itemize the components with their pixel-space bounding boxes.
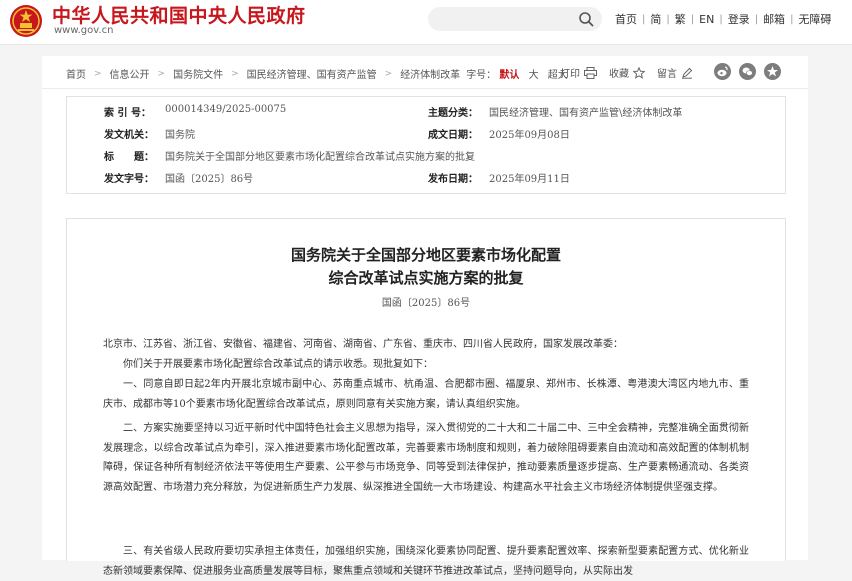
search-icon[interactable] bbox=[578, 11, 594, 27]
document-metadata-table: 索 引 号： 000014349/2025-00075 主题分类： 国民经济管理… bbox=[66, 96, 786, 194]
print-label: 打印 bbox=[560, 69, 580, 80]
article-title-line-2: 综合改革试点实施方案的批复 bbox=[328, 269, 524, 287]
meta-docno-value: 国函〔2025〕86号 bbox=[165, 174, 254, 185]
wechat-icon[interactable] bbox=[739, 63, 756, 80]
site-url: www.gov.cn bbox=[54, 25, 114, 36]
meta-title-label: 标 题： bbox=[104, 152, 154, 163]
site-header: 中华人民共和国中央人民政府 www.gov.cn 首页 | 简 | 繁 | EN… bbox=[0, 0, 852, 45]
meta-index-label: 索 引 号： bbox=[104, 108, 151, 119]
meta-row: 索 引 号： 000014349/2025-00075 主题分类： 国民经济管理… bbox=[67, 104, 785, 126]
meta-index-value: 000014349/2025-00075 bbox=[165, 104, 287, 115]
meta-title-value: 国务院关于全国部分地区要素市场化配置综合改革试点实施方案的批复 bbox=[165, 152, 475, 163]
search-input[interactable] bbox=[438, 10, 582, 30]
meta-issuer-value: 国务院 bbox=[165, 130, 195, 141]
share-buttons bbox=[714, 63, 789, 80]
nav-home[interactable]: 首页 bbox=[610, 11, 642, 27]
article-paragraph: 一、同意自即日起2年内开展北京城市副中心、苏南重点城市、杭甬温、合肥都市圈、福厦… bbox=[103, 379, 749, 410]
meta-category-value: 国民经济管理、国有资产监管\经济体制改革 bbox=[489, 108, 683, 119]
breadcrumb-state-council-docs[interactable]: 国务院文件 bbox=[173, 66, 223, 81]
search-box bbox=[428, 7, 602, 31]
printer-icon bbox=[584, 66, 597, 79]
nav-mailbox[interactable]: 邮箱 bbox=[758, 11, 790, 27]
breadcrumb-economy-management[interactable]: 国民经济管理、国有资产监管 bbox=[247, 66, 377, 81]
meta-pubdate-value: 2025年09月11日 bbox=[489, 174, 570, 185]
qzone-icon[interactable] bbox=[764, 63, 781, 80]
article-doc-number: 国函〔2025〕86号 bbox=[381, 298, 471, 309]
article-body: 国务院关于全国部分地区要素市场化配置 综合改革试点实施方案的批复 国函〔2025… bbox=[66, 218, 786, 577]
main-content: 首页 > 信息公开 > 国务院文件 > 国民经济管理、国有资产监管 > 经济体制… bbox=[42, 56, 808, 577]
comment-label: 留言 bbox=[657, 69, 677, 80]
nav-login[interactable]: 登录 bbox=[723, 11, 755, 27]
nav-traditional[interactable]: 繁 bbox=[670, 11, 691, 27]
article-title-line-1: 国务院关于全国部分地区要素市场化配置 bbox=[290, 246, 561, 264]
breadcrumb-info-public[interactable]: 信息公开 bbox=[110, 66, 150, 81]
article-recipients: 北京市、江苏省、浙江省、安徽省、福建省、河南省、湖南省、广东省、重庆市、四川省人… bbox=[103, 339, 623, 350]
article-tools: 打印 收藏 留言 bbox=[560, 65, 705, 80]
meta-date-label: 成文日期： bbox=[428, 130, 478, 141]
breadcrumb-arrow-icon: > bbox=[94, 68, 102, 79]
breadcrumb-bar: 首页 > 信息公开 > 国务院文件 > 国民经济管理、国有资产监管 > 经济体制… bbox=[42, 56, 808, 89]
star-icon bbox=[633, 66, 645, 79]
comment-button[interactable]: 留言 bbox=[657, 65, 693, 80]
pencil-icon bbox=[682, 67, 693, 79]
favorite-button[interactable]: 收藏 bbox=[609, 65, 645, 80]
nav-accessibility[interactable]: 无障碍 bbox=[793, 11, 836, 27]
print-button[interactable]: 打印 bbox=[560, 65, 597, 80]
meta-docno-label: 发文字号： bbox=[104, 174, 154, 185]
meta-category-label: 主题分类： bbox=[428, 108, 478, 119]
breadcrumb-home[interactable]: 首页 bbox=[66, 66, 86, 81]
font-size-label: 字号： bbox=[466, 70, 497, 81]
site-title[interactable]: 中华人民共和国中央人民政府 bbox=[52, 1, 306, 28]
article-paragraph: 三、有关省级人民政府要切实承担主体责任，加强组织实施，围绕深化要素协同配置、提升… bbox=[103, 546, 749, 577]
meta-date-value: 2025年09月08日 bbox=[489, 130, 570, 141]
nav-english[interactable]: EN bbox=[694, 13, 719, 26]
national-emblem-icon[interactable] bbox=[9, 4, 43, 38]
favorite-label: 收藏 bbox=[609, 69, 629, 80]
article-paragraph: 你们关于开展要素市场化配置综合改革试点的请示收悉。现批复如下： bbox=[123, 359, 433, 370]
breadcrumb-arrow-icon: > bbox=[384, 68, 393, 79]
font-size-default[interactable]: 默认 bbox=[499, 70, 519, 81]
top-nav: 首页 | 简 | 繁 | EN | 登录 | 邮箱 | 无障碍 bbox=[610, 10, 836, 28]
meta-row: 发文机关： 国务院 成文日期： 2025年09月08日 bbox=[67, 126, 785, 148]
meta-issuer-label: 发文机关： bbox=[104, 130, 154, 141]
meta-row: 发文字号： 国函〔2025〕86号 发布日期： 2025年09月11日 bbox=[67, 170, 785, 192]
font-size-switcher: 字号： 默认 大 超大 bbox=[466, 66, 568, 81]
breadcrumb-arrow-icon: > bbox=[157, 68, 166, 79]
meta-row: 标 题： 国务院关于全国部分地区要素市场化配置综合改革试点实施方案的批复 bbox=[67, 148, 785, 170]
article-paragraph: 二、方案实施要坚持以习近平新时代中国特色社会主义思想为指导，深入贯彻党的二十大和… bbox=[103, 423, 749, 493]
article-title: 国务院关于全国部分地区要素市场化配置 综合改革试点实施方案的批复 bbox=[67, 244, 785, 290]
breadcrumb: 首页 > 信息公开 > 国务院文件 > 国民经济管理、国有资产监管 > 经济体制… bbox=[66, 66, 568, 82]
nav-simplified[interactable]: 简 bbox=[645, 11, 666, 27]
weibo-icon[interactable] bbox=[714, 63, 731, 80]
breadcrumb-reform[interactable]: 经济体制改革 bbox=[400, 66, 460, 81]
font-size-large[interactable]: 大 bbox=[529, 70, 539, 81]
breadcrumb-arrow-icon: > bbox=[231, 68, 239, 79]
meta-pubdate-label: 发布日期： bbox=[428, 174, 478, 185]
